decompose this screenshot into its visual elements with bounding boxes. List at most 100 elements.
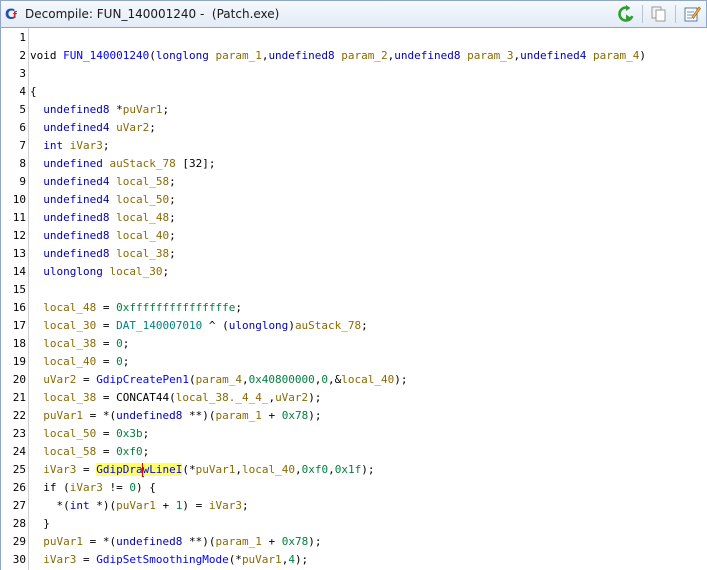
code-line[interactable]: 10 undefined4 local_50;: [1, 191, 701, 209]
decompiler-code-view[interactable]: 1 2 void FUN_140001240(longlong param_1,un…: [0, 28, 707, 570]
code-token[interactable]: undefined8: [30, 103, 109, 116]
code-token[interactable]: ,: [242, 373, 249, 386]
code-text[interactable]: int iVar3;: [30, 137, 109, 155]
code-token[interactable]: ;: [169, 229, 176, 242]
code-line[interactable]: 20 uVar2 = GdipCreatePen1(param_4,0x4080…: [1, 371, 701, 389]
code-token[interactable]: undefined4: [30, 175, 109, 188]
code-token[interactable]: 4: [288, 553, 295, 566]
code-token[interactable]: 0x3b: [116, 427, 143, 440]
code-token[interactable]: );: [394, 373, 407, 386]
code-line[interactable]: 11 undefined8 local_48;: [1, 209, 701, 227]
code-token[interactable]: +: [262, 409, 282, 422]
code-token[interactable]: undefined: [30, 157, 103, 170]
code-token[interactable]: auStack_78: [295, 319, 361, 332]
code-text[interactable]: undefined4 uVar2;: [30, 119, 156, 137]
code-token[interactable]: =: [76, 553, 96, 566]
code-token[interactable]: local_48: [30, 301, 96, 314]
code-text[interactable]: if (iVar3 != 0) {: [30, 479, 156, 497]
code-token[interactable]: (*: [182, 463, 195, 476]
code-line[interactable]: 17 local_30 = DAT_140007010 ^ (ulonglong…: [1, 317, 701, 335]
code-token[interactable]: );: [308, 535, 321, 548]
code-token[interactable]: param_1: [215, 535, 261, 548]
code-text[interactable]: puVar1 = *(undefined8 **)(param_1 + 0x78…: [30, 533, 321, 551]
code-token[interactable]: !=: [103, 481, 130, 494]
code-token[interactable]: uVar2: [275, 391, 308, 404]
code-text[interactable]: }: [30, 515, 50, 533]
code-token[interactable]: local_30: [30, 319, 96, 332]
code-token[interactable]: ): [639, 49, 646, 62]
code-token[interactable]: local_58: [30, 445, 96, 458]
code-token[interactable]: ) =: [182, 499, 209, 512]
code-token[interactable]: ;: [123, 337, 130, 350]
code-line[interactable]: 8 undefined auStack_78 [32];: [1, 155, 701, 173]
code-token[interactable]: local_58: [116, 175, 169, 188]
code-token[interactable]: uVar2: [116, 121, 149, 134]
code-token[interactable]: =: [96, 427, 116, 440]
code-line[interactable]: 19 local_40 = 0;: [1, 353, 701, 371]
code-token[interactable]: GdipCreatePen1: [96, 373, 189, 386]
code-token[interactable]: 0x78: [282, 535, 309, 548]
code-token[interactable]: {: [30, 85, 37, 98]
code-token[interactable]: undefined8: [394, 49, 460, 62]
code-text[interactable]: local_38 = CONCAT44(local_38._4_4_,uVar2…: [30, 389, 321, 407]
code-line[interactable]: 2 void FUN_140001240(longlong param_1,und…: [1, 47, 701, 65]
code-token[interactable]: +: [156, 499, 176, 512]
code-token[interactable]: local_40: [116, 229, 169, 242]
code-token[interactable]: ulonglong: [30, 265, 103, 278]
code-text[interactable]: uVar2 = GdipCreatePen1(param_4,0x4080000…: [30, 371, 407, 389]
code-line[interactable]: 15: [1, 281, 701, 299]
code-token[interactable]: 0x40800000: [249, 373, 315, 386]
code-token[interactable]: undefined8: [116, 535, 182, 548]
code-token[interactable]: local_38: [116, 247, 169, 260]
code-token[interactable]: param_3: [467, 49, 513, 62]
code-token[interactable]: =: [96, 337, 116, 350]
code-token[interactable]: ulonglong: [229, 319, 289, 332]
code-token[interactable]: *(: [30, 499, 69, 512]
code-token[interactable]: local_40: [341, 373, 394, 386]
code-token[interactable]: puVar1: [116, 499, 156, 512]
code-token[interactable]: local_38._4_4_: [176, 391, 269, 404]
code-token[interactable]: =: [96, 301, 116, 314]
code-token[interactable]: local_50: [116, 193, 169, 206]
code-token[interactable]: param_1: [215, 49, 261, 62]
code-token[interactable]: puVar1: [123, 103, 163, 116]
code-token[interactable]: = *(: [83, 409, 117, 422]
code-token[interactable]: +: [262, 535, 282, 548]
code-token[interactable]: ;: [169, 193, 176, 206]
code-token[interactable]: 0xfffffffffffffffe: [116, 301, 235, 314]
code-token[interactable]: undefined8: [30, 229, 109, 242]
code-line[interactable]: 21 local_38 = CONCAT44(local_38._4_4_,uV…: [1, 389, 701, 407]
code-text[interactable]: local_58 = 0xf0;: [30, 443, 149, 461]
code-token[interactable]: undefined8: [30, 211, 109, 224]
code-token[interactable]: 0: [116, 337, 123, 350]
code-token[interactable]: ;: [143, 445, 150, 458]
code-text[interactable]: undefined8 local_40;: [30, 227, 176, 245]
code-token[interactable]: = *(: [83, 535, 117, 548]
code-token[interactable]: =: [96, 445, 116, 458]
code-token[interactable]: );: [295, 553, 308, 566]
code-token[interactable]: *)(: [90, 499, 116, 512]
code-line[interactable]: 23 local_50 = 0x3b;: [1, 425, 701, 443]
code-line[interactable]: 22 puVar1 = *(undefined8 **)(param_1 + 0…: [1, 407, 701, 425]
code-token[interactable]: undefined8: [268, 49, 334, 62]
code-token[interactable]: ;: [123, 355, 130, 368]
code-token[interactable]: undefined4: [520, 49, 586, 62]
code-line[interactable]: 7 int iVar3;: [1, 137, 701, 155]
code-token[interactable]: undefined8: [30, 247, 109, 260]
code-token[interactable]: ;: [242, 499, 249, 512]
code-token[interactable]: ;: [169, 175, 176, 188]
code-token[interactable]: local_48: [116, 211, 169, 224]
code-token[interactable]: 0: [129, 481, 136, 494]
code-token[interactable]: ;: [143, 427, 150, 440]
code-token[interactable]: }: [30, 517, 50, 530]
code-line[interactable]: 14 ulonglong local_30;: [1, 263, 701, 281]
code-token[interactable]: =: [96, 319, 116, 332]
code-token[interactable]: 0xf0: [302, 463, 329, 476]
code-token[interactable]: ): [288, 319, 295, 332]
code-line[interactable]: 9 undefined4 local_58;: [1, 173, 701, 191]
code-token[interactable]: ,: [328, 463, 335, 476]
code-token[interactable]: uVar2: [30, 373, 76, 386]
code-token[interactable]: iVar3: [30, 463, 76, 476]
code-text[interactable]: *(int *)(puVar1 + 1) = iVar3;: [30, 497, 249, 515]
code-line[interactable]: 30 iVar3 = GdipSetSmoothingMode(*puVar1,…: [1, 551, 701, 569]
